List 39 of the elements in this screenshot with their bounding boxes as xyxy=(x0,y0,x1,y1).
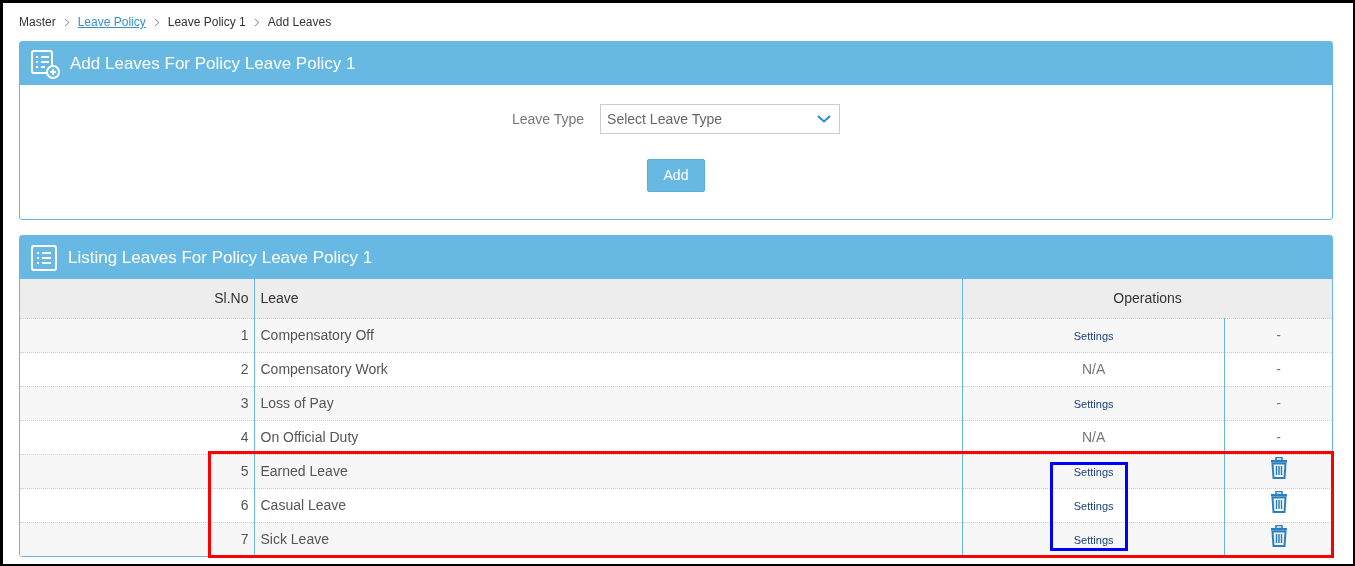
chevron-icon xyxy=(63,17,70,27)
settings-link[interactable]: Settings xyxy=(1073,499,1114,512)
breadcrumb-item: Leave Policy 1 xyxy=(167,14,246,31)
table-cell: Sick Leave xyxy=(254,522,963,556)
table-cell: - xyxy=(1276,428,1281,445)
table-cell: Compensatory Off xyxy=(254,318,963,352)
table-cell: 3 xyxy=(20,386,254,420)
table-cell: - xyxy=(1276,326,1281,343)
chevron-icon xyxy=(153,17,160,27)
table-cell: - xyxy=(1276,394,1281,411)
list-icon xyxy=(30,243,58,272)
table-cell: N/A xyxy=(1082,428,1106,445)
column-header: Operations xyxy=(962,279,1332,318)
dropdown-field[interactable]: Select Leave Type xyxy=(600,104,841,134)
table-cell: 7 xyxy=(20,522,254,556)
settings-link[interactable]: Settings xyxy=(1073,397,1114,410)
table-cell: - xyxy=(1276,360,1281,377)
table-cell: 5 xyxy=(20,454,254,488)
settings-link[interactable]: Settings xyxy=(1073,329,1114,342)
settings-link[interactable]: Settings xyxy=(1073,465,1114,478)
trash-icon[interactable] xyxy=(1269,491,1288,513)
settings-link[interactable]: Settings xyxy=(1073,533,1114,546)
chevron-down-icon xyxy=(817,115,832,123)
table-cell: N/A xyxy=(1082,360,1106,377)
breadcrumb-item: Add Leaves xyxy=(267,14,332,31)
table-cell: 1 xyxy=(20,318,254,352)
chevron-icon xyxy=(253,17,260,27)
panel-title: Add Leaves For Policy Leave Policy 1 xyxy=(70,52,356,75)
breadcrumb-item: Master xyxy=(19,14,56,31)
breadcrumb-link[interactable]: Leave Policy xyxy=(77,13,146,31)
column-header: Leave xyxy=(254,279,963,318)
table-cell: Earned Leave xyxy=(254,454,963,488)
add-list-icon xyxy=(30,48,60,79)
panel-title: Listing Leaves For Policy Leave Policy 1 xyxy=(68,246,373,269)
trash-icon[interactable] xyxy=(1269,525,1288,548)
field-label: Leave Type xyxy=(511,109,585,129)
trash-icon[interactable] xyxy=(1269,457,1288,479)
column-header: Sl.No xyxy=(20,279,254,318)
table-cell: Loss of Pay xyxy=(254,386,963,420)
